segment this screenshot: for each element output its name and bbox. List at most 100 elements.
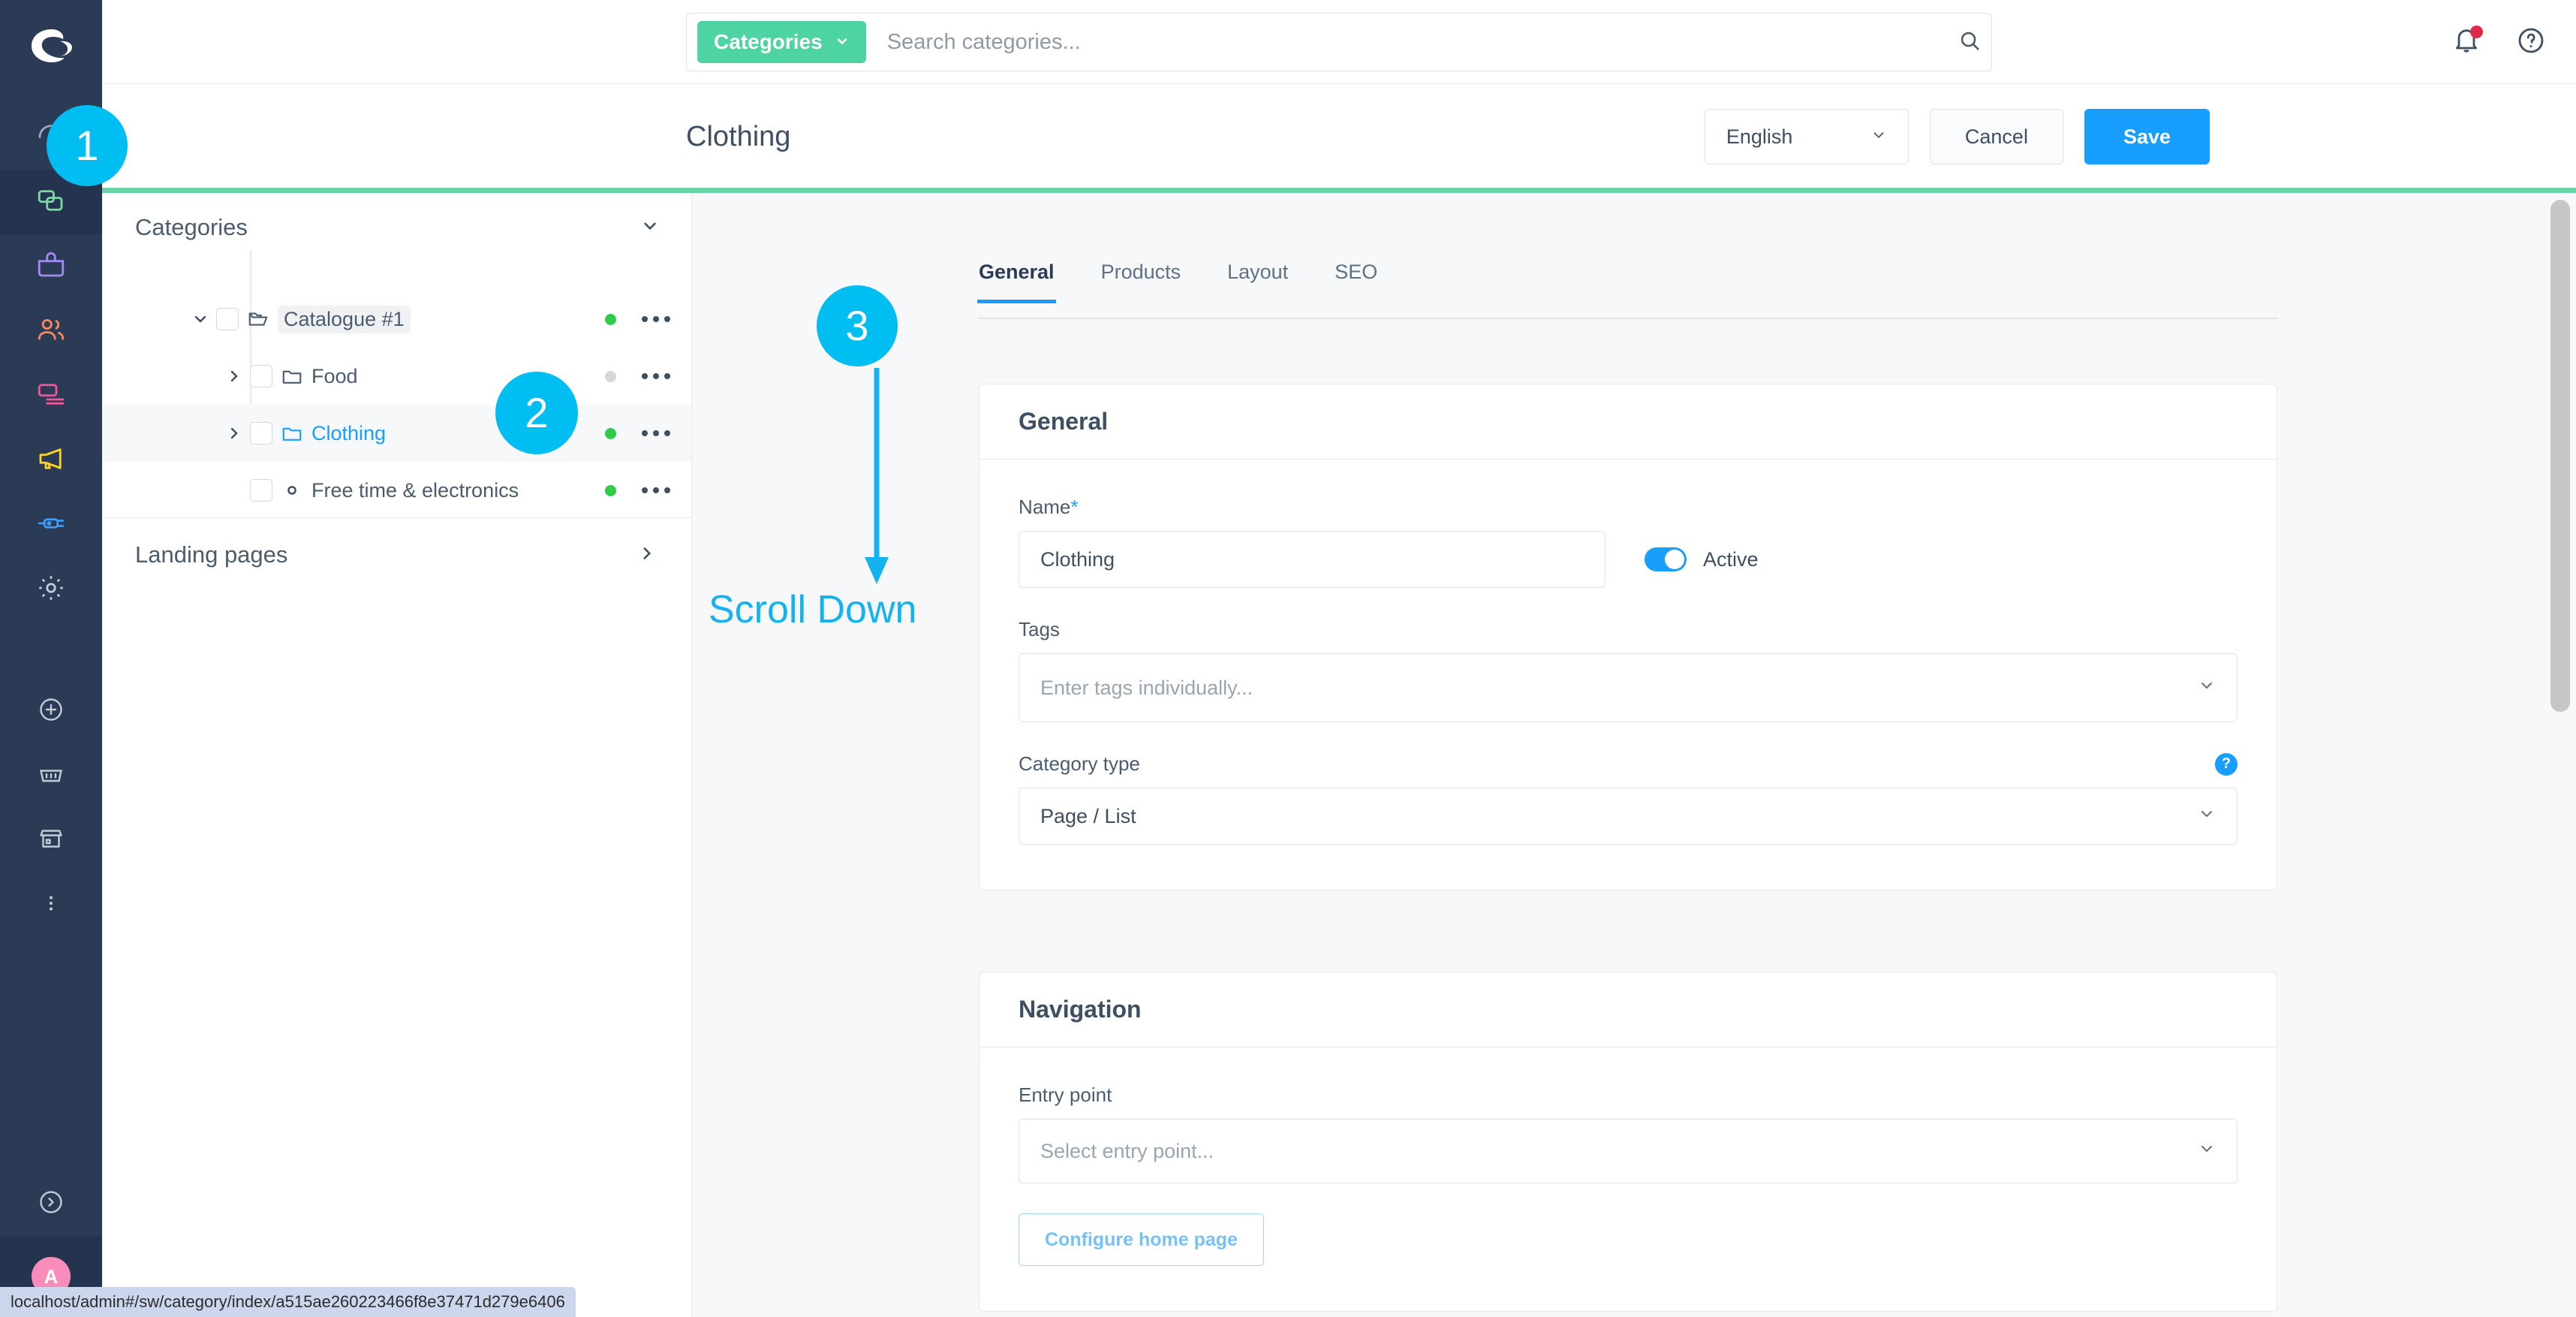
folder-icon xyxy=(272,365,311,387)
general-card-header: General xyxy=(980,384,2277,460)
tab-products[interactable]: Products xyxy=(1101,261,1181,302)
category-tree-title: Categories xyxy=(135,214,248,240)
category-tree-header[interactable]: Categories xyxy=(102,193,691,262)
chevron-down-icon[interactable] xyxy=(640,216,660,240)
save-button[interactable]: Save xyxy=(2084,109,2210,164)
search-scope-button[interactable]: Categories xyxy=(697,21,866,63)
tree-node-label: Food xyxy=(311,364,358,387)
tree-node-checkbox[interactable] xyxy=(250,479,272,502)
plus-circle-icon xyxy=(38,696,65,727)
help-circle-icon[interactable]: ? xyxy=(2215,752,2237,776)
tab-layout[interactable]: Layout xyxy=(1227,261,1288,302)
chevron-down-icon xyxy=(2198,805,2216,828)
users-icon xyxy=(35,314,67,349)
chevron-right-icon[interactable] xyxy=(218,367,250,385)
global-search-bar[interactable]: Categories xyxy=(686,13,1992,71)
sidebar-item-extensions[interactable] xyxy=(0,493,102,557)
category-type-label-row: Category type ? xyxy=(1019,752,2237,776)
status-bar-url: localhost/admin#/sw/category/index/a515a… xyxy=(11,1292,565,1311)
search-icon[interactable] xyxy=(1957,28,1982,57)
more-vertical-icon xyxy=(40,892,62,918)
category-type-field-group: Category type ? Page / List xyxy=(1019,752,2237,845)
sidebar-item-dashboard[interactable] xyxy=(0,105,102,170)
more-horizontal-icon[interactable] xyxy=(642,487,670,493)
tree-node-clothing[interactable]: Clothing xyxy=(102,405,691,462)
required-marker: * xyxy=(1070,496,1079,518)
tree-node-catalogue-1[interactable]: Catalogue #1 xyxy=(102,291,691,348)
navigation-card-body: Entry point Select entry point... Config… xyxy=(980,1047,2277,1311)
entry-point-placeholder: Select entry point... xyxy=(1040,1139,1214,1162)
entry-point-label: Entry point xyxy=(1019,1083,1112,1106)
sidebar-item-basket[interactable] xyxy=(0,743,102,808)
status-dot-active xyxy=(605,484,616,496)
tab-seo[interactable]: SEO xyxy=(1335,261,1377,302)
tree-node-food[interactable]: Food xyxy=(102,348,691,405)
collapse-sidebar-button[interactable] xyxy=(0,1171,102,1236)
bag-icon xyxy=(35,249,67,285)
chevron-right-icon[interactable] xyxy=(637,544,657,567)
sidebar-item-customers[interactable] xyxy=(0,299,102,363)
page-title: Clothing xyxy=(686,120,791,152)
tree-node-checkbox[interactable] xyxy=(216,308,239,330)
name-label: Name* xyxy=(1019,496,2237,519)
general-card-title: General xyxy=(1019,408,1109,435)
category-tree-panel: Categories Catalogue #1 Food Clothing Fr… xyxy=(102,193,692,1317)
chevron-down-icon xyxy=(2198,677,2216,700)
name-input[interactable]: Clothing xyxy=(1019,531,1605,588)
help-circle-icon[interactable] xyxy=(2516,26,2546,59)
landing-pages-section[interactable]: Landing pages xyxy=(102,517,691,592)
active-toggle[interactable] xyxy=(1645,547,1687,571)
gauge-icon xyxy=(36,121,66,155)
main-scrollbar[interactable] xyxy=(2550,200,2570,712)
navigation-card-header: Navigation xyxy=(980,972,2277,1047)
chevron-down-icon xyxy=(835,30,850,54)
tree-node-label: Clothing xyxy=(311,421,387,445)
category-type-select[interactable]: Page / List xyxy=(1019,788,2237,845)
name-row: Clothing Active xyxy=(1019,531,2237,588)
main-sidebar: A xyxy=(0,0,102,1317)
sidebar-item-storefront[interactable] xyxy=(0,808,102,872)
tree-node-checkbox[interactable] xyxy=(250,365,272,387)
sidebar-item-orders[interactable] xyxy=(0,234,102,299)
chevron-down-icon xyxy=(2198,1140,2216,1163)
chevron-right-icon[interactable] xyxy=(218,424,250,442)
status-dot-active xyxy=(605,313,616,325)
basket-icon xyxy=(38,761,65,791)
chevron-down-icon xyxy=(1870,125,1887,149)
chevron-down-icon[interactable] xyxy=(185,310,216,328)
top-bar: Categories xyxy=(102,0,2576,84)
general-card: General Name* Clothing Active Tags Enter… xyxy=(979,384,2277,891)
more-horizontal-icon[interactable] xyxy=(642,373,670,379)
entry-point-select[interactable]: Select entry point... xyxy=(1019,1119,2237,1183)
configure-home-page-button[interactable]: Configure home page xyxy=(1019,1213,1264,1266)
more-horizontal-icon[interactable] xyxy=(642,316,670,322)
sidebar-item-content[interactable] xyxy=(0,363,102,428)
language-select[interactable]: English xyxy=(1704,109,1909,164)
circle-dot-icon xyxy=(272,482,311,499)
bell-icon[interactable] xyxy=(2451,25,2483,59)
tree-node-label: Free time & electronics xyxy=(311,478,519,502)
tree-node-checkbox[interactable] xyxy=(250,422,272,445)
gear-icon xyxy=(35,572,67,607)
status-dot-active xyxy=(605,427,616,439)
language-select-value: English xyxy=(1726,125,1793,148)
name-label-text: Name xyxy=(1019,496,1071,518)
category-type-label: Category type xyxy=(1019,752,1140,775)
shopware-logo[interactable] xyxy=(0,20,102,72)
sidebar-item-more[interactable] xyxy=(0,872,102,937)
category-type-value: Page / List xyxy=(1040,804,1136,827)
sidebar-item-catalogues[interactable] xyxy=(0,170,102,234)
more-horizontal-icon[interactable] xyxy=(642,430,670,436)
tab-general[interactable]: General xyxy=(977,261,1056,303)
cancel-button[interactable]: Cancel xyxy=(1929,109,2063,164)
sidebar-item-settings[interactable] xyxy=(0,557,102,622)
search-input[interactable] xyxy=(886,29,1957,55)
progress-accent-bar xyxy=(102,188,2576,193)
sidebar-item-marketing[interactable] xyxy=(0,428,102,493)
category-tree: Catalogue #1 Food Clothing Free time & e… xyxy=(102,250,691,519)
folder-open-icon xyxy=(239,308,278,330)
sidebar-item-add[interactable] xyxy=(0,679,102,743)
tree-node-label: Catalogue #1 xyxy=(278,305,411,333)
tree-node-free-time-electronics[interactable]: Free time & electronics xyxy=(102,462,691,519)
tags-select[interactable]: Enter tags individually... xyxy=(1019,653,2237,722)
